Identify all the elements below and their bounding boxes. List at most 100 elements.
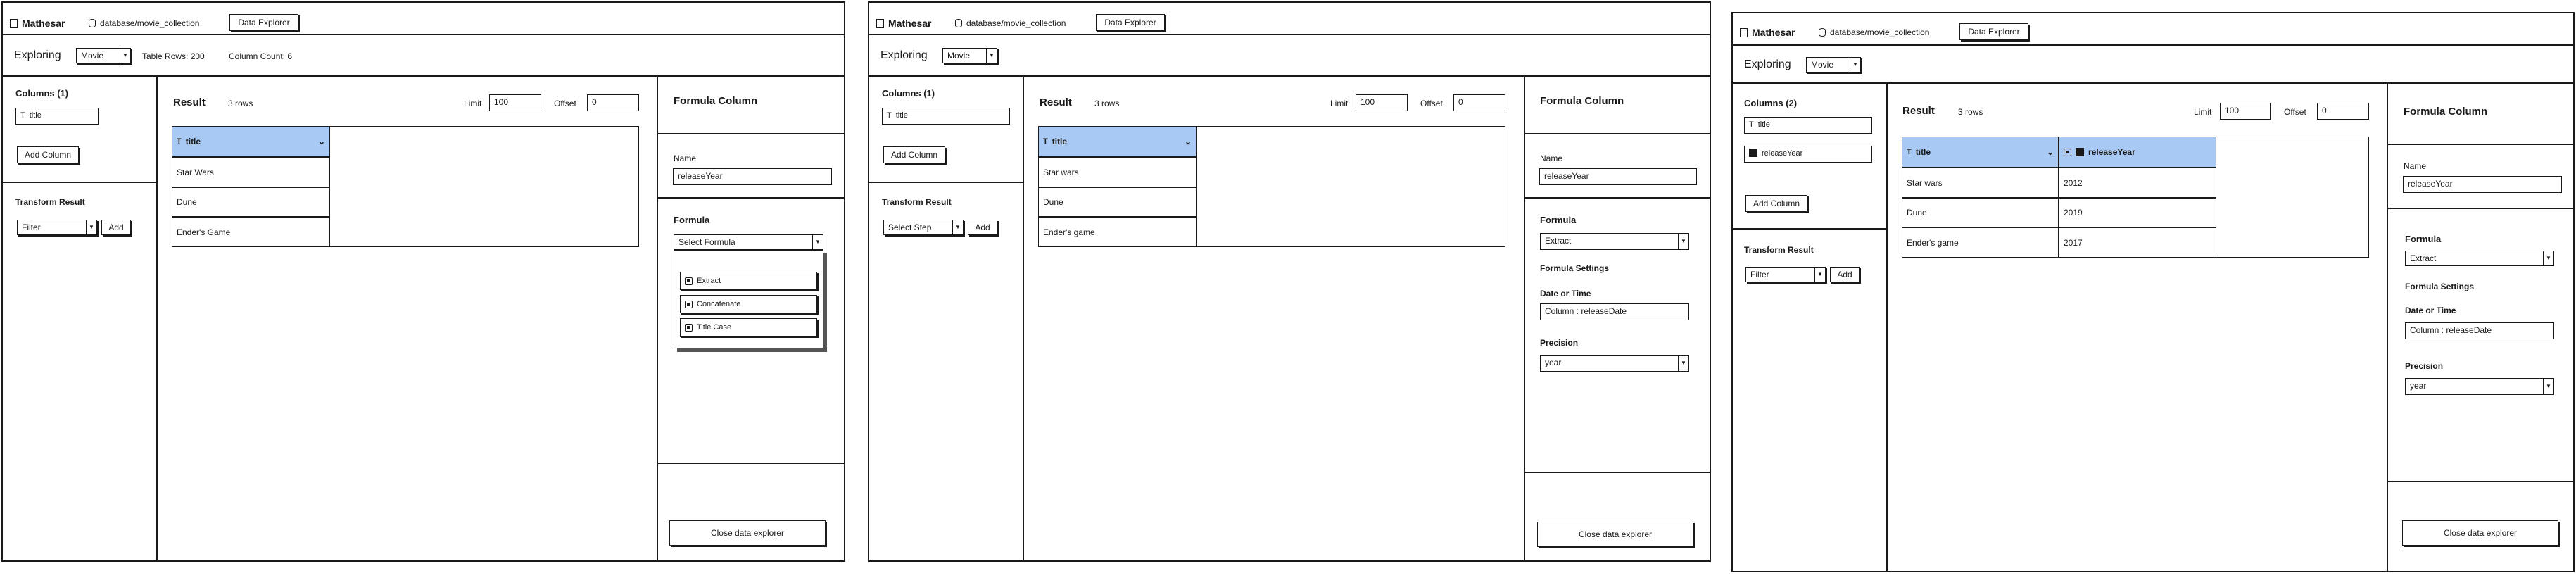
formula-settings-heading: Formula Settings: [2405, 282, 2475, 291]
transform-select[interactable]: Filter ▼: [1745, 267, 1826, 282]
table-cell[interactable]: Ender's game: [1902, 227, 2059, 258]
divider: [1524, 472, 1710, 473]
divider: [657, 463, 844, 464]
text-type-icon: T: [1749, 120, 1754, 129]
menu-item-extract[interactable]: Extract: [680, 272, 817, 290]
name-input[interactable]: releaseYear: [1539, 168, 1697, 185]
breadcrumb[interactable]: database/movie_collection: [89, 18, 199, 28]
table-cell[interactable]: Star wars: [1038, 157, 1197, 187]
date-column-input[interactable]: Column : releaseDate: [2405, 322, 2554, 339]
column-chip-releaseyear[interactable]: releaseYear: [1744, 146, 1872, 163]
text-type-icon: T: [1907, 148, 1912, 156]
table-select[interactable]: Movie ▼: [76, 48, 131, 63]
table-cell[interactable]: Dune: [172, 187, 330, 217]
exploring-label: Exploring: [880, 49, 928, 61]
add-column-button[interactable]: Add Column: [1745, 195, 1807, 212]
chevron-down-icon: ▼: [86, 220, 96, 234]
breadcrumb[interactable]: database/movie_collection: [955, 18, 1066, 28]
offset-label: Offset: [554, 99, 576, 108]
table-select[interactable]: Movie ▼: [1806, 57, 1861, 73]
menu-item-title-case[interactable]: Title Case: [680, 318, 817, 337]
data-explorer-tab[interactable]: Data Explorer: [229, 14, 298, 31]
add-step-button[interactable]: Add: [1830, 267, 1860, 282]
table-rows-count: Table Rows: 200: [142, 51, 205, 61]
formula-column-heading: Formula Column: [1540, 95, 1624, 107]
offset-input[interactable]: 0: [587, 94, 639, 111]
data-explorer-tab[interactable]: Data Explorer: [1959, 23, 2028, 40]
divider: [1524, 197, 1710, 199]
mathesar-logo-icon: [10, 19, 18, 28]
name-input[interactable]: releaseYear: [2403, 176, 2562, 193]
precision-label: Precision: [2405, 361, 2444, 371]
panel-divider: [657, 75, 658, 560]
data-explorer-tab[interactable]: Data Explorer: [1096, 14, 1165, 31]
wireframe-1: Mathesar database/movie_collection Data …: [1, 1, 845, 562]
table-cell[interactable]: Star wars: [1902, 168, 2059, 198]
date-column-input[interactable]: Column : releaseDate: [1540, 303, 1689, 320]
chevron-down-icon: ▼: [1678, 234, 1688, 249]
result-heading: Result: [1040, 96, 1072, 108]
formula-column-icon: [2064, 148, 2071, 156]
app-logo[interactable]: Mathesar: [1740, 27, 1795, 39]
mathesar-logo-icon: [876, 19, 884, 28]
function-icon: [685, 323, 693, 332]
menu-item-concatenate[interactable]: Concatenate: [680, 295, 817, 313]
formula-select[interactable]: Select Formula ▼: [674, 234, 823, 250]
table-cell[interactable]: Ender's Game: [172, 217, 330, 247]
table-cell[interactable]: Ender's game: [1038, 217, 1197, 247]
database-icon: [1819, 28, 1826, 37]
divider: [1524, 133, 1710, 134]
formula-select[interactable]: Extract ▼: [1540, 233, 1689, 250]
chevron-down-icon[interactable]: ⌄: [2047, 147, 2054, 157]
breadcrumb[interactable]: database/movie_collection: [1819, 27, 1929, 37]
table-cell[interactable]: Dune: [1902, 198, 2059, 227]
limit-label: Limit: [2194, 107, 2212, 117]
app-logo[interactable]: Mathesar: [876, 18, 931, 30]
add-column-button[interactable]: Add Column: [883, 146, 945, 163]
column-header-title[interactable]: Ttitle ⌄: [1902, 137, 2059, 168]
table-select[interactable]: Movie ▼: [942, 48, 997, 63]
column-header-title[interactable]: Ttitle ⌄: [1038, 126, 1197, 157]
table-cell[interactable]: 2019: [2059, 198, 2216, 227]
formula-select[interactable]: Extract ▼: [2405, 251, 2554, 266]
text-type-icon: T: [887, 111, 892, 120]
row-count: 3 rows: [1958, 107, 1983, 117]
table-cell[interactable]: 2017: [2059, 227, 2216, 258]
divider: [3, 34, 844, 35]
transform-select[interactable]: Filter ▼: [17, 220, 97, 235]
offset-input[interactable]: 0: [1453, 94, 1505, 111]
limit-input[interactable]: 100: [1356, 94, 1408, 111]
column-chip-title[interactable]: Ttitle: [15, 108, 99, 125]
name-input[interactable]: releaseYear: [673, 168, 832, 185]
add-step-button[interactable]: Add: [968, 220, 997, 235]
add-step-button[interactable]: Add: [101, 220, 131, 235]
chevron-down-icon[interactable]: ⌄: [1185, 137, 1192, 146]
column-header-title[interactable]: Ttitle ⌄: [172, 126, 330, 157]
table-cell[interactable]: Dune: [1038, 187, 1197, 217]
result-heading: Result: [1902, 105, 1935, 117]
name-label: Name: [1540, 153, 1563, 163]
divider: [3, 75, 844, 77]
divider: [869, 34, 1710, 35]
add-column-button[interactable]: Add Column: [17, 146, 79, 163]
precision-select[interactable]: year ▼: [1540, 355, 1689, 372]
chevron-down-icon[interactable]: ⌄: [318, 137, 325, 146]
close-data-explorer-button[interactable]: Close data explorer: [669, 520, 826, 546]
table-cell[interactable]: Star Wars: [172, 157, 330, 187]
chevron-down-icon: ▼: [120, 49, 130, 63]
column-chip-title[interactable]: Ttitle: [1744, 117, 1872, 134]
formula-heading: Formula: [674, 215, 710, 225]
offset-input[interactable]: 0: [2317, 103, 2369, 120]
limit-input[interactable]: 100: [489, 94, 541, 111]
chevron-down-icon: ▼: [1814, 268, 1825, 282]
panel-divider: [156, 75, 158, 560]
close-data-explorer-button[interactable]: Close data explorer: [2402, 520, 2558, 546]
transform-select[interactable]: Select Step ▼: [883, 220, 964, 235]
app-logo[interactable]: Mathesar: [10, 18, 65, 30]
table-cell[interactable]: 2012: [2059, 168, 2216, 198]
column-header-releaseyear[interactable]: releaseYear: [2059, 137, 2216, 168]
column-chip-title[interactable]: Ttitle: [882, 108, 1010, 125]
precision-select[interactable]: year ▼: [2405, 378, 2554, 395]
close-data-explorer-button[interactable]: Close data explorer: [1537, 522, 1693, 547]
limit-input[interactable]: 100: [2220, 103, 2271, 120]
